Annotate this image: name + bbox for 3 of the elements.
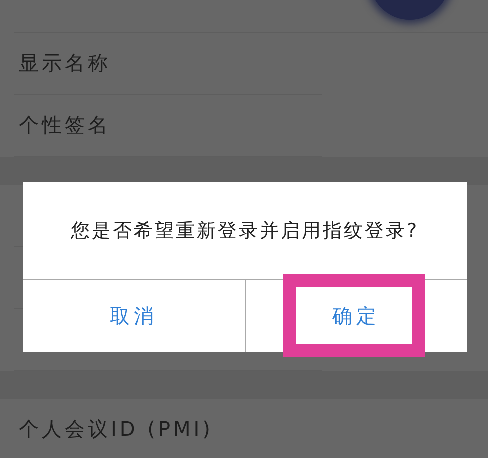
setting-label: 个性签名 xyxy=(19,112,111,139)
setting-label: 个人会议ID (PMI) xyxy=(19,416,214,443)
setting-label: 显示名称 xyxy=(19,50,111,77)
